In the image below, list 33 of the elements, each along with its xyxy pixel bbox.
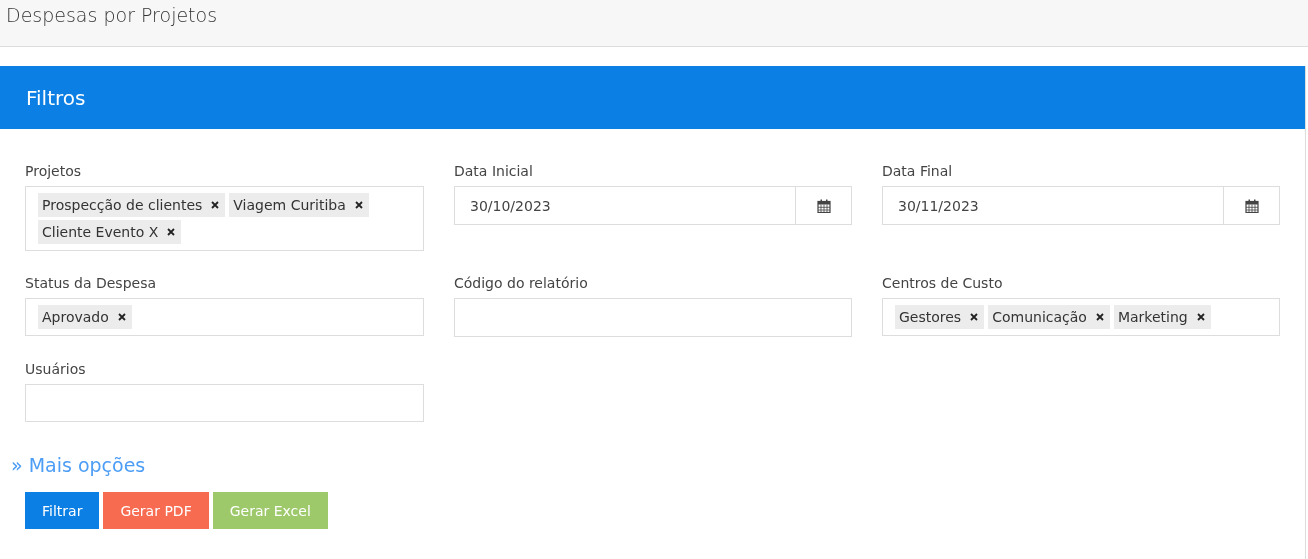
remove-icon[interactable] [117,313,126,321]
multi-select-field[interactable] [25,384,424,422]
selected-tag[interactable]: Viagem Curitiba [229,193,369,217]
panel-title: Filtros [25,85,86,110]
text-field[interactable] [454,298,852,337]
calendar-icon [1244,198,1259,213]
page-title: Despesas por Projetos [5,3,219,28]
remove-icon[interactable] [211,201,220,209]
field-label: Status da Despesa [25,275,158,291]
selected-tag[interactable]: Marketing [1113,305,1211,329]
field-label: Data Inicial [454,163,534,179]
field-label: Usuários [25,361,87,377]
action-button[interactable]: Filtrar [25,492,100,529]
field-label: Projetos [25,163,83,179]
multi-select-field[interactable]: Aprovado [25,298,424,336]
selected-tag[interactable]: Gestores [895,305,985,329]
date-field[interactable]: 30/11/2023 [882,186,1280,225]
field-label: Data Final [882,163,954,179]
selected-tag[interactable]: Prospecção de clientes [38,193,226,217]
selected-tag[interactable]: Cliente Evento X [38,220,182,244]
selected-tag[interactable]: Comunicação [988,305,1110,329]
selected-tag[interactable]: Aprovado [38,305,132,329]
field-label: Código do relatório [454,275,589,291]
field-label: Centros de Custo [882,275,1004,291]
calendar-icon [816,198,831,213]
multi-select-field[interactable]: Prospecção de clientes Viagem Curitiba Cliente Evento X [25,186,424,251]
remove-icon[interactable] [1196,313,1205,321]
remove-icon[interactable] [970,313,979,321]
multi-select-field[interactable]: Gestores Comunicação Marketing [882,298,1280,336]
remove-icon[interactable] [354,201,363,209]
remove-icon[interactable] [167,228,176,236]
remove-icon[interactable] [1095,313,1104,321]
date-field[interactable]: 30/10/2023 [454,186,852,225]
